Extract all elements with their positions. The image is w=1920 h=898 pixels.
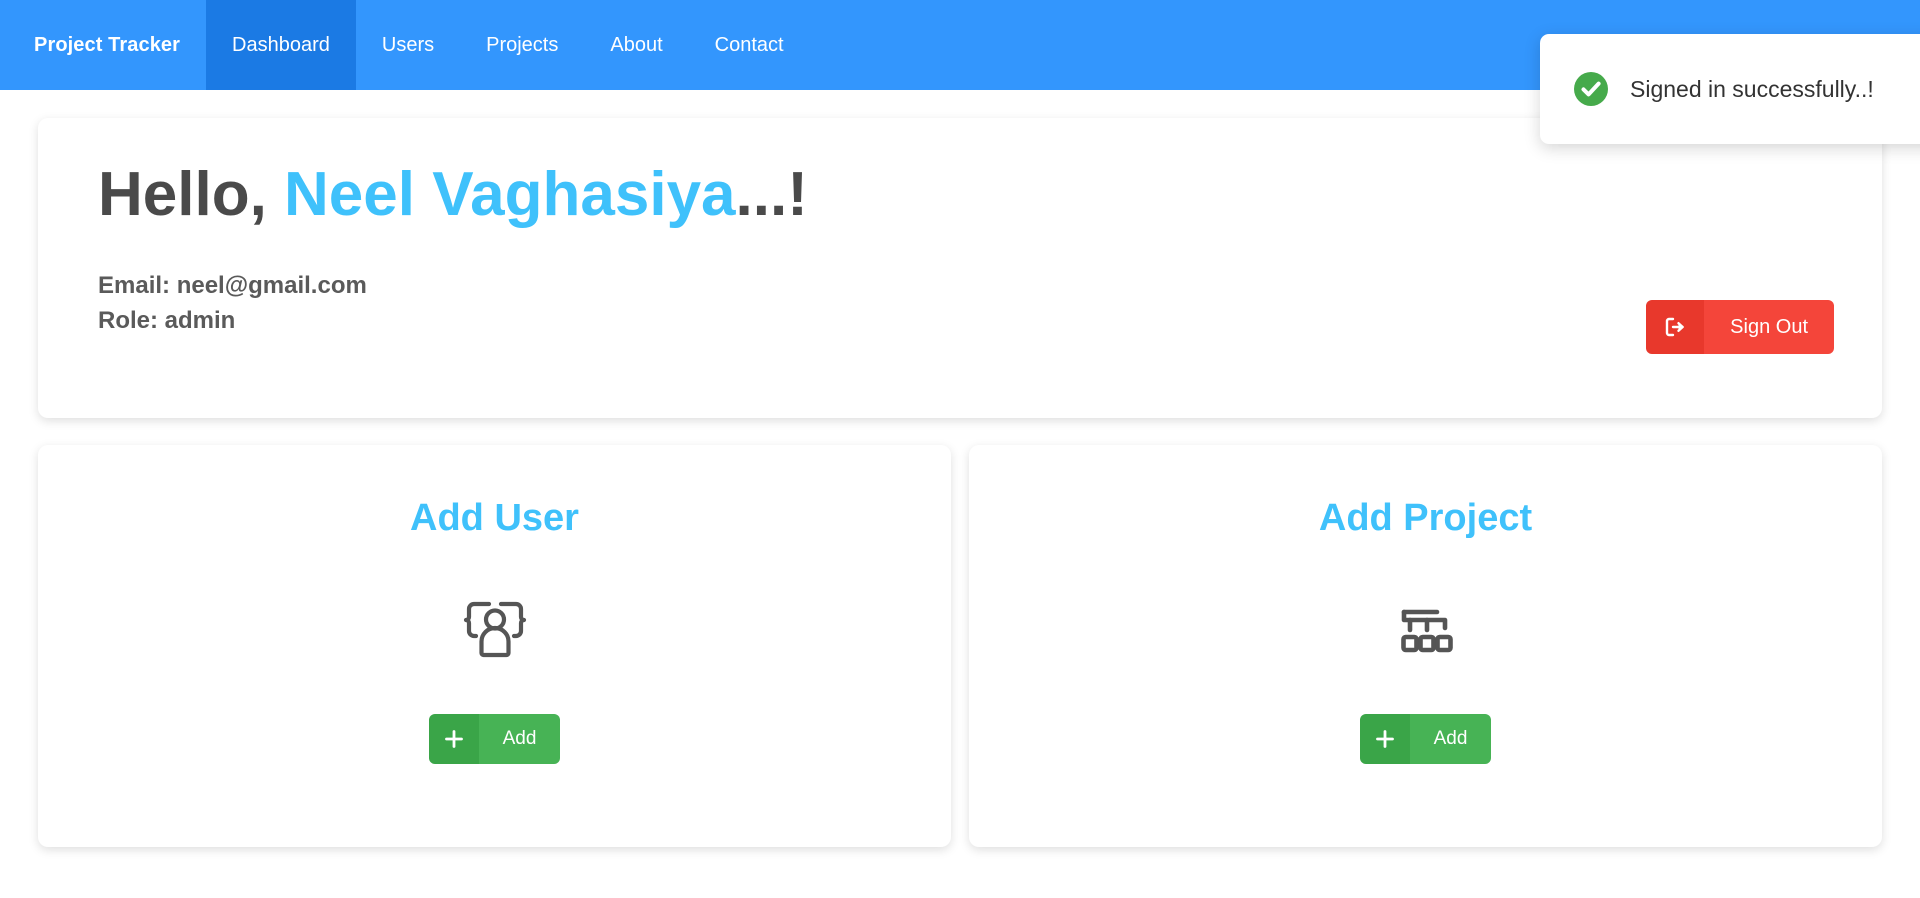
nav-item-contact[interactable]: Contact bbox=[689, 0, 810, 90]
nav-item-about[interactable]: About bbox=[584, 0, 688, 90]
greeting-prefix: Hello, bbox=[98, 160, 285, 229]
sitemap-icon bbox=[1389, 588, 1463, 666]
sign-out-label: Sign Out bbox=[1704, 300, 1834, 354]
page-content: Hello, Neel Vaghasiya...! Email: neel@gm… bbox=[0, 90, 1920, 847]
nav-items-list: Dashboard Users Projects About Contact bbox=[206, 0, 810, 90]
main-navbar: Project Tracker Dashboard Users Projects… bbox=[0, 0, 1920, 144]
action-cards-row: Add User Add Add Project Add bbox=[38, 445, 1882, 847]
page-title: Hello, Neel Vaghasiya...! bbox=[98, 162, 1840, 227]
user-name: Neel Vaghasiya bbox=[284, 160, 736, 229]
user-greeting-card: Hello, Neel Vaghasiya...! Email: neel@gm… bbox=[38, 118, 1882, 418]
add-user-button[interactable]: Add bbox=[428, 714, 561, 764]
toast-message: Signed in successfully..! bbox=[1630, 75, 1874, 102]
greeting-suffix: ...! bbox=[735, 160, 808, 229]
user-meta: Email: neel@gmail.com Role: admin bbox=[98, 269, 1840, 339]
toast-notification[interactable]: Signed in successfully..! bbox=[1540, 34, 1920, 144]
add-project-button[interactable]: Add bbox=[1359, 714, 1492, 764]
check-circle-icon bbox=[1574, 72, 1608, 106]
add-project-title: Add Project bbox=[1318, 497, 1533, 539]
brand-logo[interactable]: Project Tracker bbox=[0, 0, 206, 90]
nav-item-users[interactable]: Users bbox=[356, 0, 460, 90]
plus-icon bbox=[428, 714, 479, 764]
user-role: Role: admin bbox=[98, 306, 236, 334]
plus-icon bbox=[1359, 714, 1410, 764]
nav-item-dashboard[interactable]: Dashboard bbox=[206, 0, 356, 90]
nav-item-projects[interactable]: Projects bbox=[460, 0, 584, 90]
users-group-icon bbox=[458, 588, 532, 666]
add-user-title: Add User bbox=[410, 497, 579, 539]
add-user-button-label: Add bbox=[478, 714, 561, 764]
user-email: Email: neel@gmail.com bbox=[98, 272, 367, 300]
add-project-button-label: Add bbox=[1409, 714, 1492, 764]
sign-out-icon bbox=[1646, 300, 1705, 354]
add-user-card: Add User Add bbox=[38, 445, 951, 847]
sign-out-button[interactable]: Sign Out bbox=[1646, 300, 1834, 354]
add-project-card: Add Project Add bbox=[969, 445, 1882, 847]
